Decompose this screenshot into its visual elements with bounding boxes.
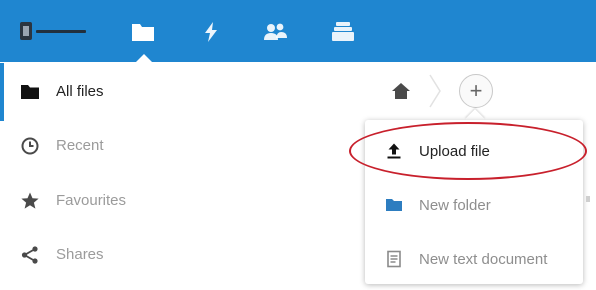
menu-item-upload-file[interactable]: Upload file — [365, 130, 583, 174]
logo-wordmark — [36, 30, 86, 33]
menu-item-label: New folder — [419, 197, 491, 214]
folder-icon — [132, 24, 154, 41]
active-app-indicator — [135, 54, 153, 63]
nav-gallery-app[interactable] — [330, 20, 356, 44]
sidebar-item-shares[interactable]: Shares — [0, 235, 360, 275]
breadcrumb-home[interactable] — [390, 80, 412, 102]
gallery-icon — [332, 22, 354, 41]
new-file-button[interactable]: + — [459, 74, 493, 108]
plus-icon: + — [469, 78, 483, 103]
sidebar-item-recent[interactable]: Recent — [0, 126, 360, 166]
sidebar-item-label: Favourites — [56, 192, 127, 209]
top-header — [0, 0, 596, 62]
new-item-menu: Upload file New folder New text document — [365, 120, 583, 284]
sidebar-item-label: Recent — [56, 137, 104, 154]
upload-icon — [385, 142, 403, 160]
menu-item-new-folder[interactable]: New folder — [365, 184, 583, 228]
folder-icon — [20, 82, 40, 102]
lightning-icon — [205, 22, 217, 42]
sidebar-item-favourites[interactable]: Favourites — [0, 181, 360, 221]
contacts-icon — [264, 23, 287, 40]
document-icon — [385, 250, 403, 268]
home-icon — [392, 83, 410, 99]
nav-files-app[interactable] — [130, 20, 156, 44]
menu-item-new-text-document[interactable]: New text document — [365, 238, 583, 282]
edge-artifact — [586, 196, 590, 202]
sidebar-item-label: All files — [56, 83, 104, 100]
menu-item-label: New text document — [419, 251, 548, 268]
breadcrumb-separator — [428, 74, 442, 108]
sidebar-item-label: Shares — [56, 246, 104, 263]
nav-activity-app[interactable] — [198, 20, 224, 44]
app-logo[interactable] — [20, 22, 92, 40]
nav-contacts-app[interactable] — [262, 20, 288, 44]
sidebar-item-all-files[interactable]: All files — [0, 72, 360, 112]
logo-mark — [20, 22, 32, 40]
clock-icon — [20, 136, 40, 156]
folder-icon — [385, 196, 403, 214]
share-icon — [20, 245, 40, 265]
star-icon — [20, 191, 40, 211]
menu-item-label: Upload file — [419, 143, 490, 160]
